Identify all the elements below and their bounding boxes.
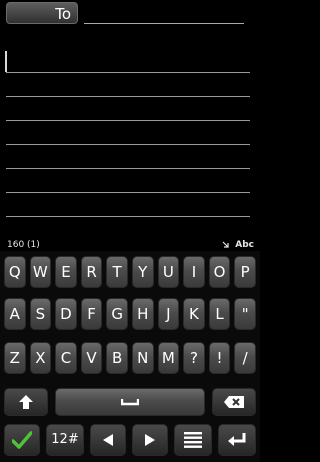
key-c[interactable]: C [55, 342, 77, 374]
confirm-key[interactable] [4, 424, 40, 456]
virtual-keyboard: Q W E R T Y U I O P A S D F G H J K L " Z X C V B N M?!/ 12# [0, 251, 260, 462]
key-e[interactable]: E [55, 256, 77, 288]
backspace-icon [224, 396, 244, 408]
key-symbol[interactable]: " [234, 298, 256, 330]
key-y[interactable]: Y [132, 256, 154, 288]
key-z[interactable]: Z [4, 342, 26, 374]
key-j[interactable]: J [157, 298, 180, 330]
key-d[interactable]: D [55, 298, 77, 330]
arrow-left-icon [103, 434, 113, 446]
key-symbol[interactable]: ! [208, 342, 231, 374]
enter-key[interactable] [218, 424, 256, 456]
key-g[interactable]: G [106, 298, 128, 330]
numeric-mode-key[interactable]: 12# [46, 424, 84, 456]
cursor-right-key[interactable] [132, 424, 168, 456]
text-line [6, 216, 250, 217]
key-x[interactable]: X [29, 342, 52, 374]
char-counter: 160 (1) [7, 240, 40, 250]
key-o[interactable]: O [208, 256, 231, 288]
space-bar-icon [121, 399, 139, 406]
space-key[interactable] [55, 388, 205, 416]
text-line [6, 120, 250, 121]
text-line [6, 192, 250, 193]
key-s[interactable]: S [29, 298, 52, 330]
arrow-right-icon [145, 434, 155, 446]
to-button[interactable]: To [6, 2, 78, 24]
key-p[interactable]: P [234, 256, 256, 288]
key-h[interactable]: H [132, 298, 154, 330]
key-symbol[interactable]: / [234, 342, 256, 374]
key-l[interactable]: L [208, 298, 231, 330]
recipient-field[interactable] [84, 23, 244, 24]
menu-list-icon [184, 432, 202, 448]
key-r[interactable]: R [80, 256, 103, 288]
backspace-key[interactable] [212, 388, 256, 416]
key-i[interactable]: I [183, 256, 205, 288]
key-n[interactable]: N [132, 342, 154, 374]
cursor-left-key[interactable] [90, 424, 126, 456]
key-b[interactable]: B [106, 342, 128, 374]
enter-return-icon [228, 433, 246, 446]
text-line [6, 96, 250, 97]
text-cursor [5, 51, 7, 72]
input-mode-indicator: Abc [235, 240, 254, 250]
shift-key[interactable] [4, 388, 48, 416]
options-menu-key[interactable] [174, 424, 212, 456]
key-symbol[interactable]: ? [183, 342, 205, 374]
key-a[interactable]: A [4, 298, 26, 330]
key-m[interactable]: M [157, 342, 180, 374]
text-line [6, 168, 250, 169]
checkmark-icon [12, 431, 32, 449]
key-q[interactable]: Q [4, 256, 26, 288]
shift-arrow-icon [19, 395, 33, 409]
to-button-label: To [55, 5, 71, 23]
numeric-mode-label: 12# [51, 432, 79, 447]
key-k[interactable]: K [183, 298, 205, 330]
key-v[interactable]: V [80, 342, 103, 374]
predictive-arrow-icon [222, 241, 229, 248]
key-u[interactable]: U [157, 256, 180, 288]
key-t[interactable]: T [106, 256, 128, 288]
text-line [6, 72, 250, 73]
key-w[interactable]: W [29, 256, 52, 288]
text-line [6, 144, 250, 145]
key-f[interactable]: F [80, 298, 103, 330]
